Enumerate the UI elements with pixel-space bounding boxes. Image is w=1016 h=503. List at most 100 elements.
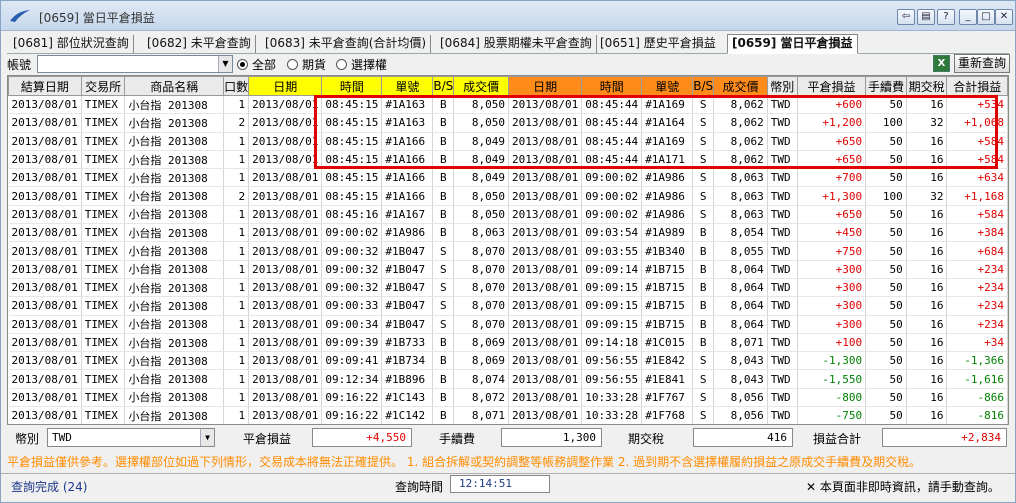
table-row[interactable]: 2013/08/01 TIMEX 小台指 201308 1 2013/08/01 09:0…: [8, 278, 1008, 298]
query-time-label: 查詢時間: [395, 480, 444, 494]
column-header[interactable]: 合計損益: [946, 76, 1008, 96]
table-row[interactable]: 2013/08/01 TIMEX 小台指 201308 1 2013/08/01 08:4…: [8, 205, 1008, 225]
column-header[interactable]: B/S: [692, 76, 715, 96]
print-icon[interactable]: ▤: [917, 9, 935, 25]
column-header[interactable]: 交易所: [80, 76, 126, 96]
refresh-button[interactable]: 重新查詢: [954, 54, 1010, 73]
column-header[interactable]: 期交稅: [905, 76, 948, 96]
table-row[interactable]: 2013/08/01 TIMEX 小台指 201308 1 2013/08/01 09:0…: [8, 260, 1008, 279]
table-cell: 09:09:15: [581, 278, 643, 298]
table-cell: TWD: [767, 296, 798, 316]
table-cell: 09:03:55: [581, 241, 643, 261]
table-row[interactable]: 2013/08/01 TIMEX 小台指 201308 1 2013/08/01 08:4…: [8, 168, 1008, 188]
column-header[interactable]: 時間: [321, 76, 383, 96]
column-header[interactable]: 成交價: [713, 76, 768, 96]
close-button[interactable]: ✕: [995, 9, 1013, 25]
table-row[interactable]: 2013/08/01 TIMEX 小台指 201308 1 2013/08/01 09:0…: [8, 351, 1008, 371]
tab-strip: [0681] 部位狀況查詢 [0682] 未平倉查詢 [0683] 未平倉查詢(…: [7, 34, 1009, 54]
back-icon[interactable]: ⇦: [897, 9, 915, 25]
table-cell: -800: [797, 388, 867, 408]
table-row[interactable]: 2013/08/01 TIMEX 小台指 201308 1 2013/08/01 09:0…: [8, 241, 1008, 261]
tab-0651[interactable]: [0651] 歷史平倉損益: [596, 35, 720, 53]
table-cell: #1A986: [641, 186, 694, 206]
tab-0682[interactable]: [0682] 未平倉查詢: [143, 35, 256, 53]
column-header[interactable]: 單號: [641, 76, 694, 96]
account-select[interactable]: ▼: [37, 55, 233, 73]
table-row[interactable]: 2013/08/01 TIMEX 小台指 201308 1 2013/08/01 08:4…: [8, 132, 1008, 151]
table-cell: 2013/08/01: [8, 351, 82, 371]
radio-options-dot[interactable]: [336, 59, 347, 70]
table-cell: TIMEX: [81, 168, 126, 188]
table-cell: 10:33:28: [581, 406, 643, 424]
table-cell: 2013/08/01: [508, 369, 583, 389]
table-cell: #1E842: [641, 351, 694, 371]
table-cell: #1A166: [381, 186, 434, 206]
radio-futures-dot[interactable]: [287, 59, 298, 70]
table-cell: +100: [797, 333, 867, 353]
table-cell: +1,300: [797, 186, 867, 206]
table-cell: B: [432, 95, 455, 115]
table-cell: 08:45:15: [321, 186, 383, 206]
column-header[interactable]: 幣別: [766, 76, 798, 96]
table-cell: 8,055: [713, 241, 768, 261]
fee-label: 手續費: [439, 432, 476, 446]
radio-all-dot[interactable]: [237, 59, 248, 70]
table-cell: #1A163: [381, 113, 434, 133]
table-cell: 2013/08/01: [248, 369, 323, 389]
radio-options[interactable]: 選擇權: [336, 56, 387, 73]
table-row[interactable]: 2013/08/01 TIMEX 小台指 201308 1 2013/08/01 08:4…: [8, 95, 1008, 115]
column-header[interactable]: 結算日期: [8, 76, 82, 96]
maximize-button[interactable]: □: [977, 9, 995, 25]
table-row[interactable]: 2013/08/01 TIMEX 小台指 201308 1 2013/08/01 09:1…: [8, 388, 1008, 408]
table-cell: 8,064: [713, 296, 768, 316]
table-cell: 16: [906, 406, 948, 424]
table-row[interactable]: 2013/08/01 TIMEX 小台指 201308 1 2013/08/01 09:0…: [8, 315, 1008, 334]
table-row[interactable]: 2013/08/01 TIMEX 小台指 201308 2 2013/08/01 08:4…: [8, 113, 1008, 133]
table-row[interactable]: 2013/08/01 TIMEX 小台指 201308 1 2013/08/01 09:0…: [8, 333, 1008, 353]
table-row[interactable]: 2013/08/01 TIMEX 小台指 201308 1 2013/08/01 09:1…: [8, 369, 1008, 389]
column-header[interactable]: 時間: [581, 76, 643, 96]
currency-select[interactable]: TWD ▼: [47, 428, 215, 447]
column-header[interactable]: 單號: [381, 76, 434, 96]
radio-futures[interactable]: 期貨: [287, 56, 326, 73]
table-cell: 8,069: [453, 333, 509, 353]
chevron-down-icon[interactable]: ▼: [218, 56, 232, 72]
excel-icon[interactable]: X: [933, 55, 950, 72]
table-cell: 1: [223, 315, 250, 334]
radio-all[interactable]: 全部: [237, 56, 276, 73]
currency-label: 幣別: [15, 432, 40, 446]
tab-0681[interactable]: [0681] 部位狀況查詢: [9, 35, 134, 53]
table-cell: #1B733: [381, 333, 434, 353]
column-header[interactable]: B/S: [432, 76, 455, 96]
column-header[interactable]: 平倉損益: [796, 76, 867, 96]
tab-0659[interactable]: [0659] 當日平倉損益: [727, 34, 858, 54]
column-header[interactable]: 成交價: [453, 76, 509, 96]
table-cell: #1B715: [641, 296, 694, 316]
table-cell: 8,063: [453, 223, 509, 243]
table-cell: +234: [946, 296, 1008, 316]
help-icon[interactable]: ?: [937, 9, 955, 25]
column-header[interactable]: 口數: [223, 76, 250, 96]
column-header[interactable]: 手續費: [865, 76, 907, 96]
table-cell: 8,049: [453, 168, 509, 188]
table-cell: 2013/08/01: [8, 260, 82, 279]
table-cell: B: [692, 241, 715, 261]
chevron-down-icon[interactable]: ▼: [200, 429, 214, 446]
table-cell: -1,550: [797, 369, 867, 389]
pnl-value: +4,550: [312, 428, 412, 447]
minimize-button[interactable]: _: [959, 9, 977, 25]
table-row[interactable]: 2013/08/01 TIMEX 小台指 201308 1 2013/08/01 09:0…: [8, 296, 1008, 316]
table-row[interactable]: 2013/08/01 TIMEX 小台指 201308 1 2013/08/01 09:1…: [8, 406, 1008, 424]
table-row[interactable]: 2013/08/01 TIMEX 小台指 201308 1 2013/08/01 08:4…: [8, 150, 1008, 170]
table-row[interactable]: 2013/08/01 TIMEX 小台指 201308 1 2013/08/01 09:0…: [8, 223, 1008, 243]
column-header[interactable]: 日期: [248, 76, 323, 96]
tab-0683[interactable]: [0683] 未平倉查詢(合計均價): [261, 35, 432, 53]
table-cell: 8,070: [453, 296, 509, 316]
column-header[interactable]: 日期: [507, 76, 583, 96]
tab-0684[interactable]: [0684] 股票期權未平倉查詢: [436, 35, 597, 53]
table-cell: #1A166: [381, 150, 434, 170]
table-row[interactable]: 2013/08/01 TIMEX 小台指 201308 2 2013/08/01 08:4…: [8, 186, 1008, 206]
summary-bar: 幣別 TWD ▼ 平倉損益 +4,550 手續費 1,300 期交稅 416 損…: [7, 428, 1009, 448]
table-cell: +534: [946, 95, 1008, 115]
column-header[interactable]: 商品名稱: [124, 76, 225, 96]
